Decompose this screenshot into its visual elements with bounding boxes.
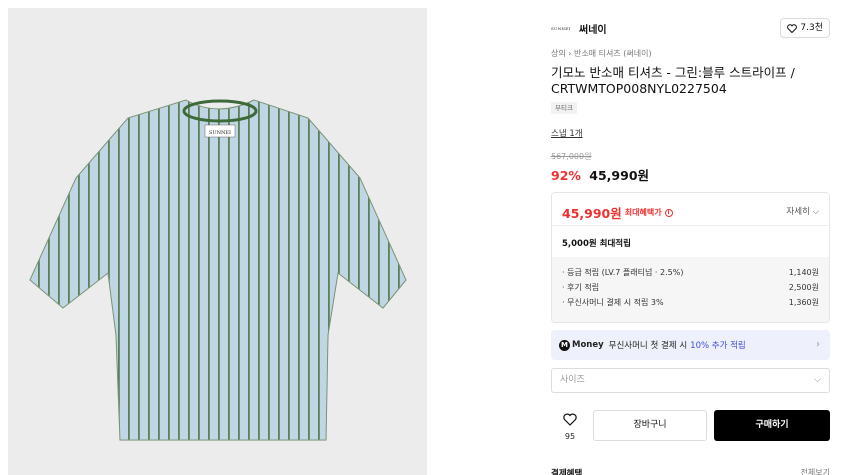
product-image[interactable]: SUNNEI	[8, 8, 427, 475]
sale-price-row: 92% 45,990원	[551, 165, 649, 184]
original-price: 567,000원	[551, 152, 592, 161]
payment-view-all-link[interactable]: 전체보기	[801, 467, 830, 475]
points-label: · 후기 적립	[562, 283, 600, 292]
like-count: 7.3천	[800, 23, 823, 33]
chevron-down-icon: ⌵	[814, 375, 821, 385]
money-brand: Money	[572, 340, 604, 350]
points-total: 5,000원 최대적립	[562, 239, 631, 249]
add-to-cart-button[interactable]: 장바구니	[593, 410, 707, 441]
product-info-panel: SUNNEI 써네이 7.3천 상의 › 반소매 티셔츠 (써네이) 기모노 반…	[541, 8, 840, 475]
size-placeholder: 사이즈	[560, 375, 585, 385]
payment-benefit-label: 결제혜택	[551, 469, 583, 475]
benefit-detail-toggle[interactable]: 자세히 ⌵	[786, 205, 819, 217]
money-text: 무신사머니 첫 결제 시	[608, 341, 688, 351]
max-price-value: 45,990원	[562, 206, 622, 221]
max-price-label: 최대혜택가	[624, 208, 662, 217]
chevron-down-icon: ⌵	[812, 207, 819, 217]
points-row-grade: · 등급 적립 (LV.7 플래티넘 · 2.5%) 1,140원	[562, 265, 819, 280]
info-icon[interactable]: i	[664, 208, 673, 217]
points-row-review: · 후기 적립 2,500원	[562, 280, 819, 295]
points-value: 1,140원	[788, 268, 819, 277]
divider	[552, 225, 829, 226]
striped-tshirt-image: SUNNEI	[29, 99, 407, 441]
points-label: · 무신사머니 결제 시 적립 3%	[562, 298, 664, 307]
money-logo-icon: M	[559, 339, 570, 351]
detail-label: 자세히	[786, 207, 810, 217]
heart-icon	[563, 413, 577, 426]
points-value: 2,500원	[788, 283, 819, 292]
brand-logo[interactable]: SUNNEI	[551, 23, 570, 35]
buy-now-button[interactable]: 구매하기	[714, 410, 830, 441]
money-accent: 10% 추가 적립	[690, 341, 746, 351]
points-list: · 등급 적립 (LV.7 플래티넘 · 2.5%) 1,140원 · 후기 적…	[552, 257, 829, 322]
size-select[interactable]: 사이즈 ⌵	[551, 368, 830, 393]
brand-row: SUNNEI 써네이 7.3천	[541, 18, 840, 40]
wishlist-button[interactable]: 95	[555, 411, 585, 441]
max-benefit-price: 45,990원 최대혜택가 i	[562, 203, 673, 222]
like-button[interactable]: 7.3천	[780, 18, 830, 38]
breadcrumb[interactable]: 상의 › 반소매 티셔츠 (써네이)	[551, 48, 652, 59]
points-value: 1,360원	[788, 298, 819, 307]
points-row-money: · 무신사머니 결제 시 적립 3% 1,360원	[562, 295, 819, 310]
chevron-right-icon: ›	[816, 339, 820, 350]
points-label: · 등급 적립 (LV.7 플래티넘 · 2.5%)	[562, 268, 684, 277]
sale-price: 45,990원	[589, 168, 650, 183]
max-benefit-box: 45,990원 최대혜택가 i 자세히 ⌵ 5,000원 최대적립 · 등급 적…	[551, 192, 830, 323]
brand-name[interactable]: 써네이	[579, 21, 607, 36]
discount-rate: 92%	[551, 168, 581, 183]
boutique-tag: 부티크	[551, 102, 577, 114]
svg-text:SUNNEI: SUNNEI	[209, 130, 231, 136]
wishlist-count: 95	[564, 432, 576, 441]
product-title: 기모노 반소매 티셔츠 - 그린:블루 스트라이프 / CRTWMTOP008N…	[551, 65, 795, 96]
heart-icon	[787, 23, 798, 33]
snap-link[interactable]: 스냅 1개	[551, 127, 583, 139]
musinsa-money-banner[interactable]: M Money 무신사머니 첫 결제 시 10% 추가 적립 ›	[551, 330, 830, 360]
